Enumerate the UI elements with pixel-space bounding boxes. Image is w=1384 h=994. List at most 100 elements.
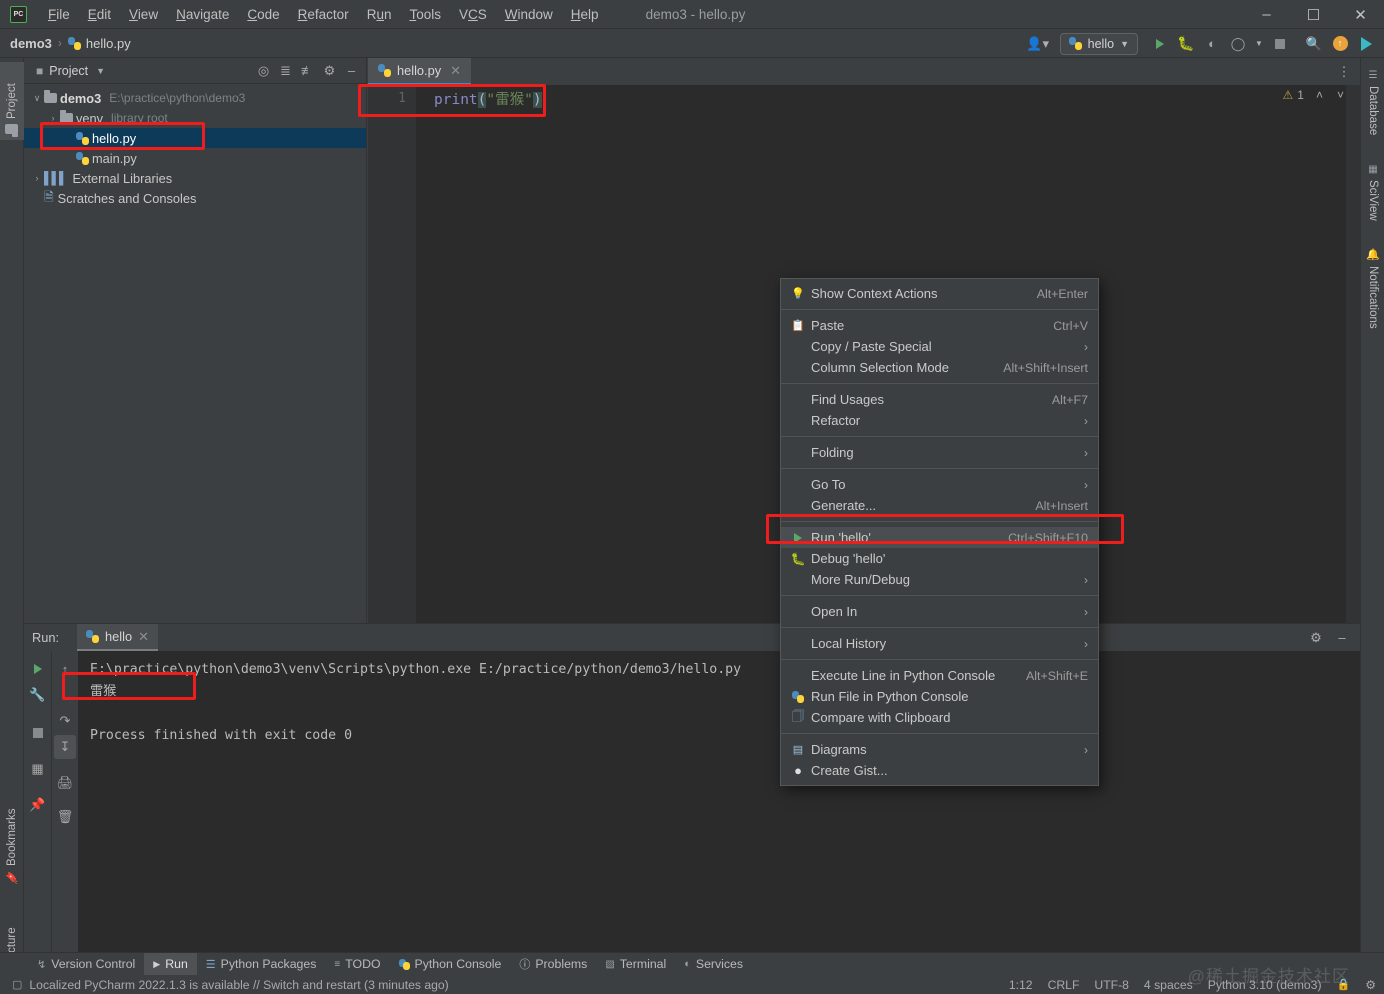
collapse-all-icon[interactable]: ≢ xyxy=(297,60,318,81)
expand-all-icon[interactable]: ≣ xyxy=(275,60,296,81)
tab-hello-py[interactable]: hello.py ✕ xyxy=(368,58,472,85)
context-menu-item-execute-line-in-python-console[interactable]: Execute Line in Python Console Alt+Shift… xyxy=(781,665,1098,686)
close-icon[interactable]: ✕ xyxy=(138,629,149,645)
context-menu-item-local-history[interactable]: Local History › xyxy=(781,633,1098,654)
tree-node-demo3[interactable]: ∨ demo3 E:\practice\python\demo3 xyxy=(24,88,366,108)
pin-icon[interactable]: 📌 xyxy=(27,793,49,817)
context-menu-item-show-context-actions[interactable]: 💡 Show Context Actions Alt+Enter xyxy=(781,283,1098,304)
warning-indicator[interactable]: ⚠ 1 ˄ ˅ xyxy=(1283,88,1344,102)
menu-edit[interactable]: Edit xyxy=(79,3,120,26)
locate-icon[interactable]: ◎ xyxy=(253,60,274,81)
context-menu-item-go-to[interactable]: Go To › xyxy=(781,474,1098,495)
menu-view[interactable]: View xyxy=(120,3,167,26)
bottom-tab-todo[interactable]: ≡ TODO xyxy=(325,953,389,976)
scroll-up-icon[interactable]: ↑ xyxy=(54,657,76,681)
menu-refactor[interactable]: Refactor xyxy=(289,3,358,26)
inspection-gutter[interactable] xyxy=(1346,85,1360,623)
tree-node-scratches-and-consoles[interactable]: 🗎 Scratches and Consoles xyxy=(24,188,366,208)
breadcrumb-project[interactable]: demo3 xyxy=(10,36,52,51)
wrench-icon[interactable]: 🔧 xyxy=(27,683,49,707)
stop-icon[interactable] xyxy=(27,721,49,745)
context-menu-item-find-usages[interactable]: Find Usages Alt+F7 xyxy=(781,389,1098,410)
chevron-right-icon[interactable]: › xyxy=(30,173,44,183)
settings-icon[interactable]: ⚙ xyxy=(319,60,340,81)
hide-icon[interactable]: – xyxy=(1330,627,1354,649)
sidebar-item-notifications[interactable]: 🔔 Notifications xyxy=(1361,242,1384,360)
context-menu-item-open-in[interactable]: Open In › xyxy=(781,601,1098,622)
context-menu-item-paste[interactable]: 📋 Paste Ctrl+V xyxy=(781,315,1098,336)
ai-icon[interactable] xyxy=(1354,33,1378,55)
maximize-button[interactable]: ☐ xyxy=(1290,0,1337,29)
file-encoding[interactable]: UTF-8 xyxy=(1094,978,1129,992)
line-separator[interactable]: CRLF xyxy=(1048,978,1080,992)
hide-icon[interactable]: – xyxy=(341,60,362,81)
chevron-right-icon[interactable]: › xyxy=(46,113,60,123)
update-icon[interactable]: ↑ xyxy=(1328,33,1352,55)
menu-vcs[interactable]: VCS xyxy=(450,3,496,26)
menu-tools[interactable]: Tools xyxy=(400,3,450,26)
inspection-icon[interactable]: ⚙ xyxy=(1365,978,1376,992)
context-menu-item-generate[interactable]: Generate... Alt+Insert xyxy=(781,495,1098,516)
bottom-tab-python-packages[interactable]: ☰ Python Packages xyxy=(197,953,326,976)
run-tab-hello[interactable]: hello ✕ xyxy=(77,624,158,651)
rerun-icon[interactable] xyxy=(27,657,49,681)
debug-icon[interactable]: 🐛 xyxy=(1174,33,1198,55)
print-icon[interactable]: 🖨 xyxy=(54,771,76,795)
lock-icon[interactable]: 🔒 xyxy=(1337,978,1351,991)
bottom-tab-run[interactable]: ▶ Run xyxy=(144,952,197,976)
minimize-button[interactable]: – xyxy=(1243,0,1290,29)
python-interpreter[interactable]: Python 3.10 (demo3) xyxy=(1208,978,1322,992)
menu-code[interactable]: Code xyxy=(238,3,288,26)
sidebar-item-sciview[interactable]: ▦ SciView xyxy=(1361,158,1384,232)
run-icon[interactable] xyxy=(1148,33,1172,55)
bottom-tab-problems[interactable]: ⓘ Problems xyxy=(510,953,596,976)
sidebar-item-database[interactable]: ☰ Database xyxy=(1361,64,1384,148)
menu-navigate[interactable]: Navigate xyxy=(167,3,238,26)
more-options-icon[interactable]: ⋮ xyxy=(1332,61,1356,83)
profile-icon[interactable]: ◯ xyxy=(1226,33,1250,55)
menu-window[interactable]: Window xyxy=(496,3,562,26)
trash-icon[interactable]: 🗑 xyxy=(54,805,76,829)
chevron-down-icon[interactable]: ∨ xyxy=(30,93,44,104)
status-notice[interactable]: Localized PyCharm 2022.1.3 is available … xyxy=(29,978,448,992)
menu-help[interactable]: Help xyxy=(562,3,608,26)
close-button[interactable]: ✕ xyxy=(1337,0,1384,29)
context-menu-item-folding[interactable]: Folding › xyxy=(781,442,1098,463)
tree-node-venv[interactable]: › venv library root xyxy=(24,108,366,128)
context-menu-item-run-file-in-python-console[interactable]: Run File in Python Console xyxy=(781,686,1098,707)
breadcrumb-file[interactable]: hello.py xyxy=(86,36,131,51)
account-icon[interactable]: 👤▾ xyxy=(1026,33,1050,55)
context-menu-item-debug-hello[interactable]: 🐛 Debug 'hello' xyxy=(781,548,1098,569)
run-console-output[interactable]: E:\practice\python\demo3\venv\Scripts\py… xyxy=(78,651,1360,953)
sidebar-item-bookmarks[interactable]: 🔖 Bookmarks xyxy=(0,798,24,890)
indent-setting[interactable]: 4 spaces xyxy=(1144,978,1193,992)
scroll-end-icon[interactable]: ↧ xyxy=(54,735,76,759)
context-menu-item-column-selection-mode[interactable]: Column Selection Mode Alt+Shift+Insert xyxy=(781,357,1098,378)
context-menu-item-refactor[interactable]: Refactor › xyxy=(781,410,1098,431)
tree-node-main-py[interactable]: main.py xyxy=(24,148,366,168)
bottom-tab-services[interactable]: ◐ Services xyxy=(675,953,752,976)
coverage-icon[interactable]: ◐ xyxy=(1200,33,1224,55)
layout-icon[interactable]: ▦ xyxy=(27,757,49,781)
prev-problem-icon[interactable]: ˄ xyxy=(1316,88,1323,102)
stop-icon[interactable] xyxy=(1268,33,1292,55)
run-configuration-selector[interactable]: hello ▼ xyxy=(1059,32,1138,55)
context-menu-item-more-run-debug[interactable]: More Run/Debug › xyxy=(781,569,1098,590)
bottom-tab-version-control[interactable]: ↯ Version Control xyxy=(28,953,144,976)
profile-chevron-icon[interactable]: ▼ xyxy=(1252,33,1266,55)
context-menu-item-diagrams[interactable]: ▤ Diagrams › xyxy=(781,739,1098,760)
context-menu-item-copy-paste-special[interactable]: Copy / Paste Special › xyxy=(781,336,1098,357)
soft-wrap-icon[interactable]: ↷ xyxy=(54,709,76,733)
menu-file[interactable]: File xyxy=(39,3,79,26)
chevron-down-icon[interactable]: ▼ xyxy=(96,66,105,76)
bottom-tab-python-console[interactable]: Python Console xyxy=(390,953,511,976)
close-icon[interactable]: ✕ xyxy=(450,63,461,79)
bottom-tab-terminal[interactable]: ▧ Terminal xyxy=(596,953,675,976)
context-menu-item-run-hello[interactable]: Run 'hello' Ctrl+Shift+F10 xyxy=(781,527,1098,548)
tree-node-hello-py[interactable]: hello.py xyxy=(24,128,366,148)
search-icon[interactable]: 🔍 xyxy=(1302,33,1326,55)
context-menu-item-compare-with-clipboard[interactable]: 🗍 Compare with Clipboard xyxy=(781,707,1098,728)
sidebar-item-project[interactable]: Project xyxy=(0,62,24,140)
tree-node-external-libraries[interactable]: › ▌▌▌ External Libraries xyxy=(24,168,366,188)
next-problem-icon[interactable]: ˅ xyxy=(1337,88,1344,102)
